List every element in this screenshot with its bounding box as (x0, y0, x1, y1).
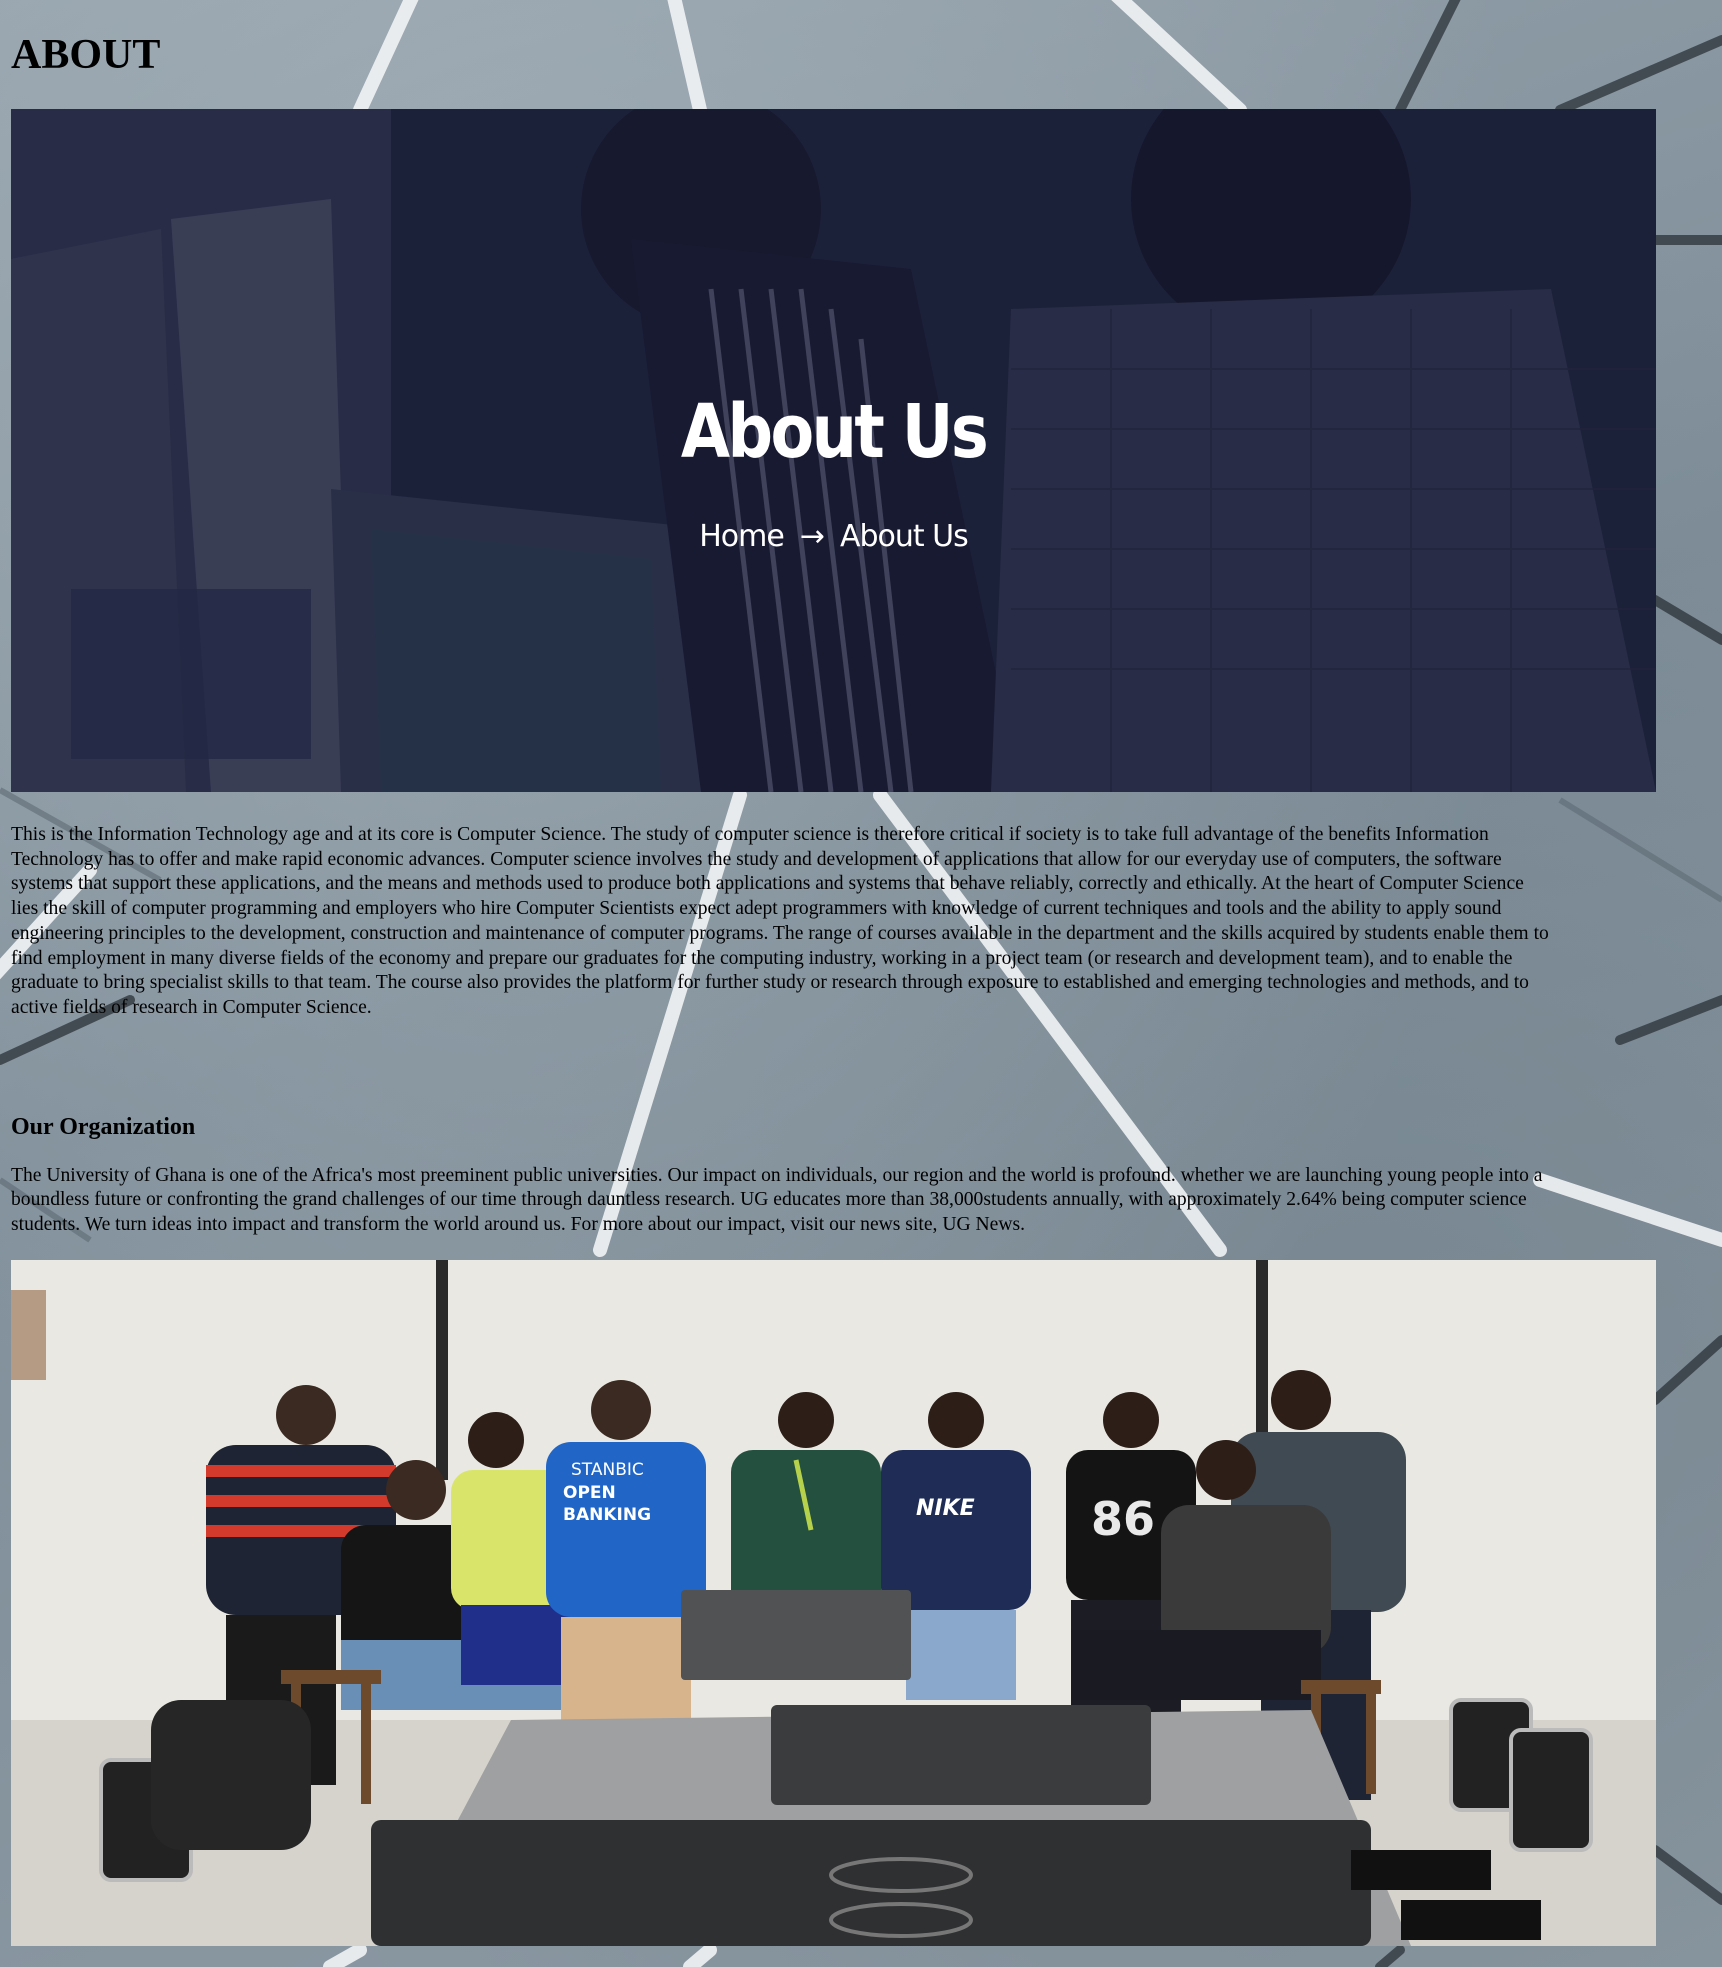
about-line: find employment in many diverse fields o… (11, 947, 1513, 969)
hero-banner: About Us Home → About Us (11, 109, 1656, 792)
organization-line: students. We turn ideas into impact and … (11, 1214, 1026, 1236)
about-line: Technology has to offer and make rapid e… (11, 848, 1502, 870)
breadcrumb-current: About Us (839, 519, 969, 554)
team-photo: STANBIC OPEN BANKING NIKE 86 (11, 1259, 1656, 1946)
about-line: engineering principles to the developmen… (11, 922, 1549, 944)
breadcrumb-home-link[interactable]: Home (699, 519, 785, 554)
page-content: ABOUT About Us Home → About Us This is t… (0, 0, 1722, 1946)
page-title: ABOUT (11, 32, 161, 78)
organization-line: boundless future or confronting the gran… (11, 1189, 1527, 1211)
about-line: active fields of research in Computer Sc… (11, 996, 372, 1018)
shirt-text: OPEN (563, 1483, 616, 1503)
organization-line: The University of Ghana is one of the Af… (11, 1164, 1543, 1186)
shirt-text: NIKE (916, 1496, 975, 1521)
breadcrumb: Home → About Us (11, 519, 1656, 554)
about-line: systems that support these applications,… (11, 873, 1524, 895)
about-line: lies the skill of computer programming a… (11, 898, 1502, 920)
shirt-text: 86 (1091, 1492, 1155, 1546)
about-line: graduate to bring specialist skills to t… (11, 972, 1529, 994)
shirt-text: STANBIC (571, 1460, 644, 1480)
shirt-text: BANKING (563, 1505, 651, 1525)
about-line: This is the Information Technology age a… (11, 824, 1489, 845)
arrow-right-icon: → (799, 519, 825, 554)
team-photo-illustration: STANBIC OPEN BANKING NIKE 86 (11, 1259, 1656, 1946)
hero-title: About Us (680, 389, 989, 475)
organization-paragraph: The University of Ghana is one of the Af… (11, 1164, 1722, 1238)
organization-heading: Our Organization (11, 1113, 196, 1140)
about-paragraph: This is the Information Technology age a… (11, 823, 1722, 1021)
